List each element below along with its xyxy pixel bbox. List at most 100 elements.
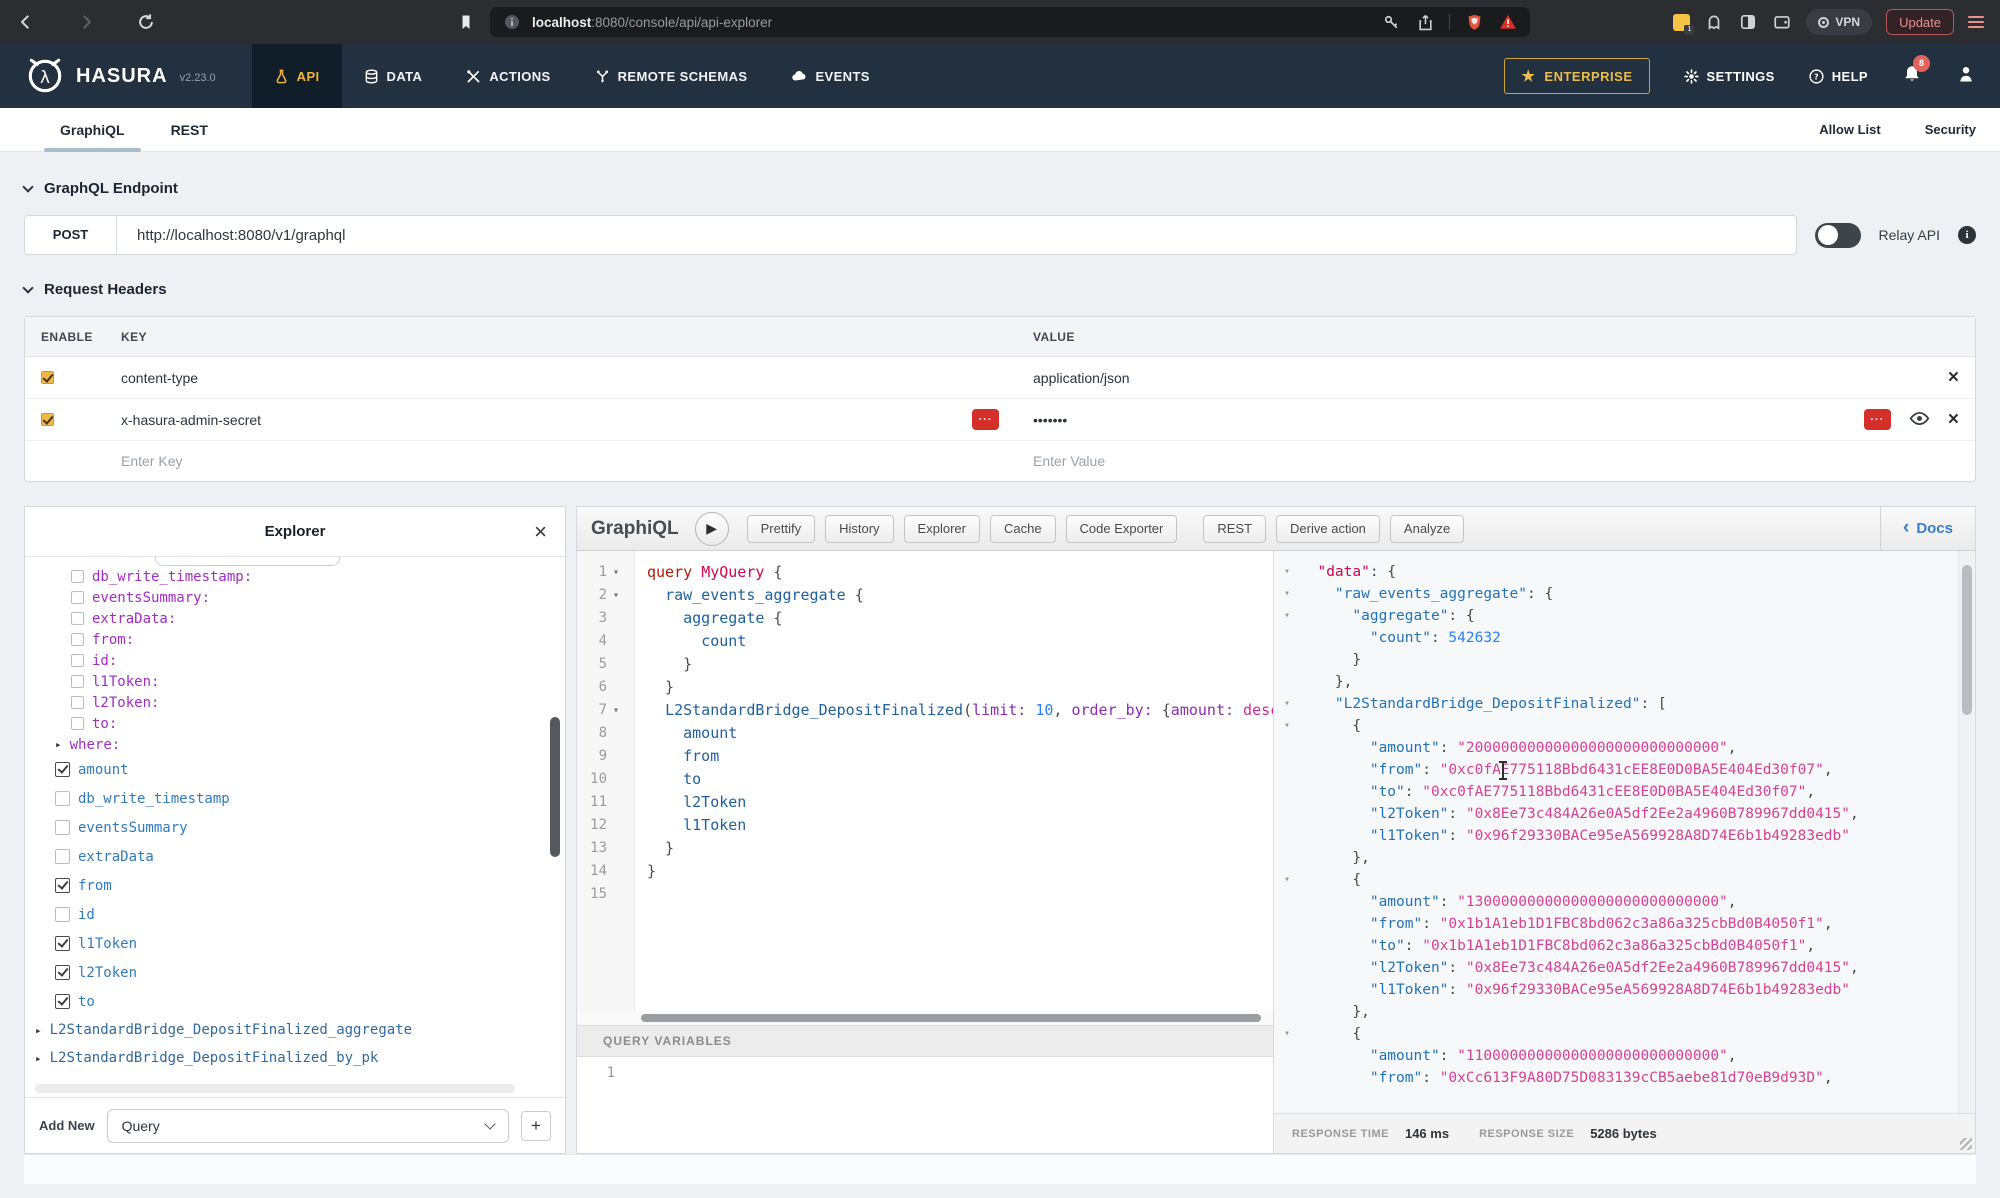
reload-icon[interactable] <box>136 12 156 32</box>
expand-arrow-icon[interactable]: ▸ <box>35 1052 42 1065</box>
allow-list-link[interactable]: Allow List <box>1819 122 1880 137</box>
new-header-value-input[interactable] <box>1033 453 1589 469</box>
info-icon[interactable]: i <box>1958 226 1976 244</box>
brave-shield-icon[interactable] <box>1464 12 1484 32</box>
password-key-icon[interactable] <box>1381 12 1401 32</box>
field-checkbox[interactable] <box>71 696 84 709</box>
field-checkbox[interactable] <box>55 849 70 864</box>
reveal-eye-icon[interactable] <box>1909 411 1930 429</box>
hasura-logo[interactable]: λ HASURA v2.23.0 <box>24 55 216 97</box>
explorer-item[interactable]: ▸where: <box>25 734 565 755</box>
header-value-input-masked[interactable]: ••••••• <box>1033 412 1067 428</box>
add-new-select[interactable]: Query <box>107 1109 509 1143</box>
relay-api-toggle[interactable] <box>1815 223 1861 248</box>
explorer-item[interactable]: db_write_timestamp: <box>25 566 565 587</box>
explorer-item[interactable]: l1Token <box>25 929 565 958</box>
field-checkbox[interactable] <box>71 717 84 730</box>
dark-mode-extension-icon[interactable] <box>1738 12 1758 32</box>
field-checkbox[interactable] <box>71 654 84 667</box>
enterprise-button[interactable]: ★ ENTERPRISE <box>1504 58 1649 94</box>
explorer-item[interactable]: from: <box>25 629 565 650</box>
toolbar-button-cache[interactable]: Cache <box>990 515 1056 543</box>
explorer-item[interactable]: db_write_timestamp <box>25 784 565 813</box>
field-checkbox[interactable] <box>55 762 70 777</box>
endpoint-url-input[interactable]: http://localhost:8080/v1/graphql <box>117 227 345 244</box>
site-info-icon[interactable] <box>502 12 522 32</box>
security-link[interactable]: Security <box>1925 122 1976 137</box>
expand-arrow-icon[interactable]: ▸ <box>35 1024 42 1037</box>
add-query-button[interactable]: + <box>521 1111 551 1141</box>
response-scrollbar-thumb[interactable] <box>1962 565 1972 715</box>
address-bar[interactable]: localhost:8080/console/api/api-explorer <box>490 7 1530 37</box>
back-icon[interactable] <box>16 12 36 32</box>
wallet-extension-icon[interactable] <box>1772 12 1792 32</box>
query-code[interactable]: query MyQuery { raw_events_aggregate { a… <box>635 551 1273 1011</box>
explorer-item[interactable]: extraData: <box>25 608 565 629</box>
enable-checkbox[interactable] <box>41 413 54 426</box>
toolbar-button-derive-action[interactable]: Derive action <box>1276 515 1380 543</box>
nav-item-remote-schemas[interactable]: REMOTE SCHEMAS <box>573 44 770 108</box>
nav-item-events[interactable]: EVENTS <box>769 44 891 108</box>
expand-arrow-icon[interactable]: ▸ <box>55 738 62 751</box>
field-checkbox[interactable] <box>55 791 70 806</box>
field-checkbox[interactable] <box>55 994 70 1009</box>
field-checkbox[interactable] <box>55 820 70 835</box>
update-button[interactable]: Update <box>1886 9 1954 35</box>
explorer-item[interactable]: l1Token: <box>25 671 565 692</box>
toolbar-button-history[interactable]: History <box>825 515 893 543</box>
field-checkbox[interactable] <box>55 965 70 980</box>
field-checkbox[interactable] <box>71 675 84 688</box>
share-icon[interactable] <box>1415 12 1435 32</box>
field-checkbox[interactable] <box>55 936 70 951</box>
tab-rest[interactable]: REST <box>171 108 208 152</box>
lastpass-icon[interactable]: ··· <box>1864 409 1891 430</box>
ghost-extension-icon[interactable] <box>1704 12 1724 32</box>
explorer-item[interactable]: ▸L2StandardBridge_DepositFinalized_aggre… <box>25 1016 565 1044</box>
vpn-button[interactable]: VPN <box>1806 9 1872 35</box>
toolbar-button-prettify[interactable]: Prettify <box>747 515 815 543</box>
notes-extension-icon[interactable]: 1 <box>1673 14 1690 31</box>
lastpass-icon[interactable]: ··· <box>972 409 999 430</box>
docs-button[interactable]: ‹ Docs <box>1880 507 1975 551</box>
toolbar-button-rest[interactable]: REST <box>1203 515 1266 543</box>
explorer-item[interactable]: eventsSummary <box>25 813 565 842</box>
query-variables-editor[interactable]: 1 <box>577 1057 1273 1153</box>
enable-checkbox[interactable] <box>41 371 54 384</box>
menu-icon[interactable] <box>1968 16 1984 28</box>
account-button[interactable] <box>1956 64 1976 89</box>
header-key-input[interactable]: content-type <box>121 370 198 386</box>
query-variables-header[interactable]: QUERY VARIABLES <box>577 1025 1273 1057</box>
field-checkbox[interactable] <box>71 591 84 604</box>
explorer-item[interactable]: to <box>25 987 565 1016</box>
toolbar-button-explorer[interactable]: Explorer <box>904 515 980 543</box>
explorer-item[interactable]: id: <box>25 650 565 671</box>
explorer-item[interactable]: eventsSummary: <box>25 587 565 608</box>
toolbar-button-code-exporter[interactable]: Code Exporter <box>1066 515 1178 543</box>
explorer-item[interactable]: ▸L2StandardBridge_DepositFinalized_by_pk <box>25 1044 565 1072</box>
forward-icon[interactable] <box>76 12 96 32</box>
query-editor[interactable]: 1▾2▾34567▾89101112131415 query MyQuery {… <box>577 551 1273 1011</box>
hscrollbar-thumb[interactable] <box>641 1014 1261 1022</box>
tab-graphiql[interactable]: GraphiQL <box>60 108 125 152</box>
field-checkbox[interactable] <box>55 878 70 893</box>
request-headers-section-header[interactable]: Request Headers <box>24 281 1976 298</box>
close-icon[interactable]: × <box>534 519 547 545</box>
nav-item-api[interactable]: API <box>252 44 342 108</box>
graphql-endpoint-section-header[interactable]: GraphQL Endpoint <box>24 180 1976 197</box>
toolbar-button-analyze[interactable]: Analyze <box>1390 515 1464 543</box>
field-checkbox[interactable] <box>55 907 70 922</box>
explorer-hscroll-track[interactable] <box>35 1084 515 1093</box>
field-checkbox[interactable] <box>71 570 84 583</box>
explorer-item[interactable]: amount <box>25 755 565 784</box>
field-checkbox[interactable] <box>71 612 84 625</box>
explorer-item[interactable]: from <box>25 871 565 900</box>
new-header-key-input[interactable] <box>121 453 648 469</box>
remove-header-icon[interactable]: × <box>1948 410 1959 429</box>
explorer-item[interactable]: extraData <box>25 842 565 871</box>
explorer-item[interactable]: to: <box>25 713 565 734</box>
nav-item-data[interactable]: DATA <box>342 44 445 108</box>
explorer-scrollbar[interactable] <box>550 717 560 857</box>
explorer-item[interactable]: id <box>25 900 565 929</box>
notifications-button[interactable]: 8 <box>1902 64 1922 89</box>
remove-header-icon[interactable]: × <box>1948 368 1959 387</box>
